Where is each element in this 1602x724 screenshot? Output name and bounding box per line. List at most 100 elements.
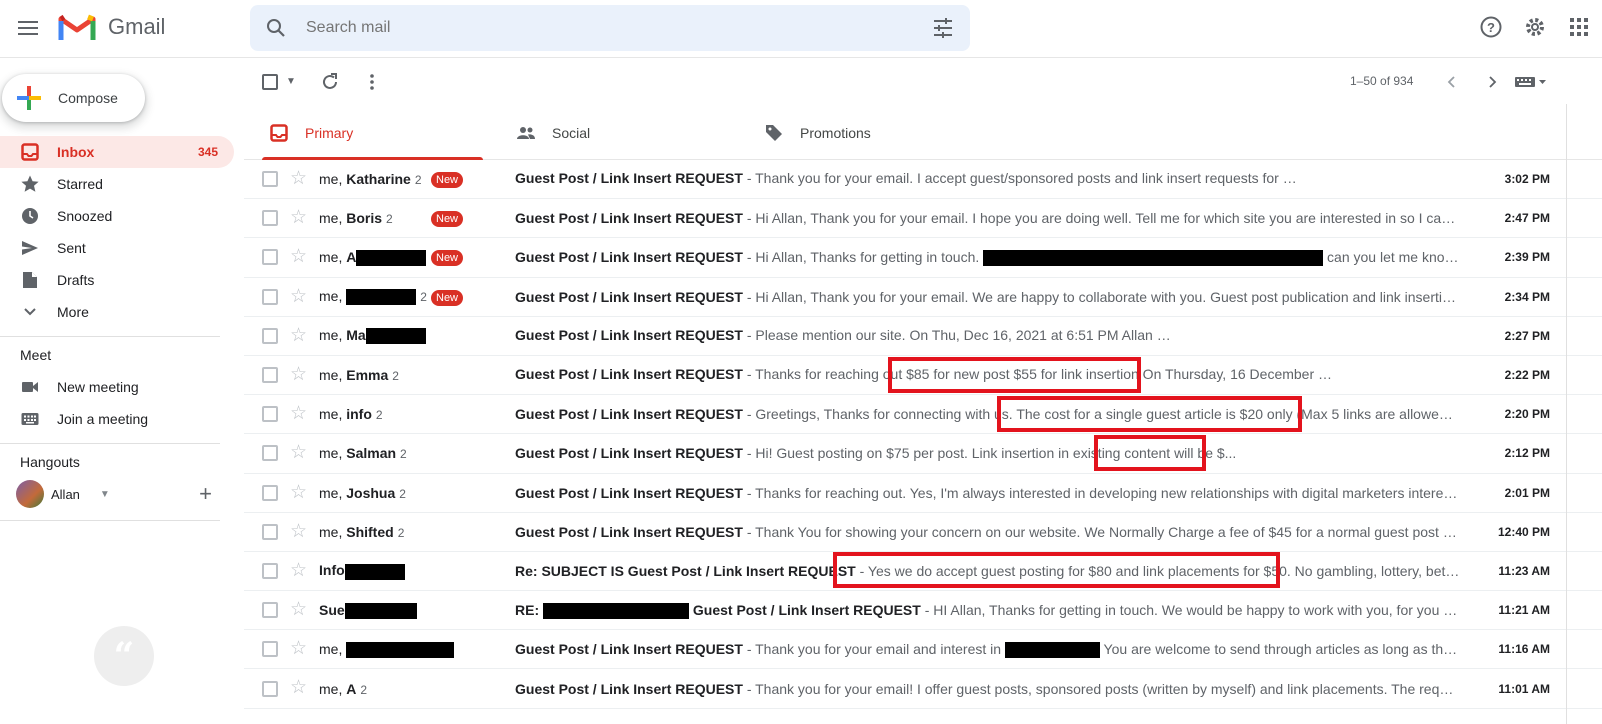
sidebar-item-inbox[interactable]: Inbox 345 [0, 136, 234, 168]
settings-icon[interactable] [1522, 14, 1548, 40]
compose-button[interactable]: Compose [2, 74, 145, 122]
email-content: Guest Post / Link Insert REQUEST - Thank… [515, 170, 1460, 188]
star-icon[interactable]: ☆ [290, 600, 307, 620]
search-input[interactable] [306, 15, 906, 41]
star-icon[interactable]: ☆ [290, 443, 307, 463]
refresh-icon[interactable] [318, 70, 342, 94]
star-icon[interactable]: ☆ [290, 404, 307, 424]
email-row[interactable]: ☆ me, A New Guest Post / Link Insert REQUES… [244, 238, 1602, 278]
sidebar-item-label: Inbox [57, 144, 95, 160]
star-icon[interactable]: ☆ [290, 560, 307, 581]
thread-count: 2 [397, 525, 405, 540]
sender-name: Shifted [346, 523, 394, 540]
tune-icon[interactable] [932, 17, 954, 39]
email-row[interactable]: ☆ me, info 2 Guest Post / Link Insert REQUE… [244, 395, 1602, 435]
star-icon[interactable]: ☆ [290, 325, 307, 346]
sender: Sue [319, 602, 499, 619]
email-row[interactable]: ☆ me, 2 New Guest Post / Link Insert REQUES… [244, 277, 1602, 317]
star-icon[interactable]: ☆ [290, 482, 307, 503]
sender: me, A2 [319, 680, 368, 697]
svg-text:?: ? [1487, 20, 1495, 35]
apps-icon[interactable] [1566, 14, 1592, 40]
row-checkbox[interactable] [262, 327, 278, 344]
email-time: 2:01 PM [1504, 485, 1550, 500]
star-icon[interactable]: ☆ [290, 364, 307, 385]
tab-social[interactable]: Social [500, 106, 730, 160]
email-content: Guest Post / Link Insert REQUEST - Thank… [515, 484, 1460, 501]
sender-name: Sue [319, 601, 345, 618]
thread-count: 2 [400, 447, 407, 462]
row-checkbox[interactable] [262, 523, 278, 540]
video-icon [20, 377, 40, 397]
row-checkbox[interactable] [262, 641, 278, 658]
star-icon[interactable]: ☆ [290, 286, 307, 307]
email-row[interactable]: ☆ Sue RE: Guest Post / Link Insert REQUEST… [244, 591, 1602, 631]
avatar [16, 480, 44, 508]
star-icon[interactable]: ☆ [290, 521, 307, 542]
gmail-logo[interactable]: Gmail [58, 13, 165, 41]
email-row[interactable]: ☆ me, Boris 2 New Guest Post / Link Insert R… [244, 199, 1602, 239]
email-row[interactable]: ☆ me, Ma Guest Post / Link Insert REQUEST … [244, 316, 1602, 356]
email-subject: Guest Post / Link Insert REQUEST [515, 640, 743, 657]
email-content: Guest Post / Link Insert REQUEST - Thank… [515, 680, 1460, 697]
email-row[interactable]: ☆ me, Guest Post / Link Insert REQUEST - … [244, 630, 1602, 670]
email-time: 11:01 AM [1498, 681, 1550, 696]
tab-primary[interactable]: Primary [253, 106, 483, 160]
add-icon[interactable]: + [199, 481, 212, 507]
category-tabs: Primary Social Promotions [244, 106, 1602, 160]
search-bar[interactable] [250, 5, 970, 51]
email-row[interactable]: ☆ me, Shifted 2 Guest Post / Link Insert RE… [244, 512, 1602, 552]
sender: me, [319, 641, 499, 658]
tab-promotions[interactable]: Promotions [748, 106, 978, 160]
pagination-text: 1–50 of 934 [1350, 74, 1414, 88]
more-vert-icon[interactable] [360, 70, 384, 94]
row-checkbox[interactable] [262, 171, 278, 188]
star-icon[interactable]: ☆ [290, 169, 307, 189]
tab-label: Social [552, 125, 591, 141]
divider [0, 336, 220, 337]
sidebar-item-sent[interactable]: Sent [0, 232, 234, 264]
redaction-bar [346, 289, 417, 306]
sender: me, Katharine 2 [319, 171, 422, 188]
keyboard-icon [20, 409, 40, 429]
row-checkbox[interactable] [262, 406, 278, 423]
row-checkbox[interactable] [262, 562, 278, 579]
star-icon[interactable]: ☆ [290, 678, 307, 698]
row-checkbox[interactable] [262, 367, 278, 384]
search-icon[interactable] [264, 16, 288, 40]
hangouts-user[interactable]: Allan ▼ + [0, 478, 234, 510]
email-subject: Guest Post / Link Insert REQUEST [515, 523, 743, 540]
sender: me, A [319, 249, 499, 267]
row-checkbox[interactable] [262, 288, 278, 305]
row-checkbox[interactable] [262, 445, 278, 462]
new-meeting-link[interactable]: New meeting [0, 371, 234, 403]
email-time: 2:20 PM [1504, 407, 1550, 422]
row-checkbox[interactable] [262, 680, 278, 697]
help-icon[interactable]: ? [1478, 14, 1504, 40]
chevron-left-icon[interactable] [1440, 70, 1464, 94]
email-row[interactable]: ☆ me, Salman 2 Guest Post / Link Insert REQ… [244, 434, 1602, 474]
redaction-bar [1156, 328, 1460, 345]
sidebar-item-starred[interactable]: Starred [0, 168, 234, 200]
row-checkbox[interactable] [262, 602, 278, 619]
join-meeting-link[interactable]: Join a meeting [0, 403, 234, 435]
email-time: 2:34 PM [1504, 289, 1550, 304]
email-row[interactable]: ☆ me, Joshua 2 Guest Post / Link Insert REQ… [244, 473, 1602, 513]
row-checkbox[interactable] [262, 210, 278, 227]
menu-icon[interactable] [16, 17, 40, 41]
sidebar-item-more[interactable]: More [0, 296, 234, 328]
select-caret-icon[interactable]: ▼ [286, 76, 296, 87]
caret-down-icon[interactable]: ▼ [100, 489, 110, 500]
chevron-right-icon[interactable] [1480, 70, 1504, 94]
star-icon[interactable]: ☆ [290, 639, 307, 659]
input-tools-keyboard-icon[interactable] [1514, 74, 1548, 90]
email-row[interactable]: ☆ me, Katharine 2 New Guest Post / Link Inse… [244, 160, 1602, 200]
row-checkbox[interactable] [262, 249, 278, 266]
star-icon[interactable]: ☆ [290, 247, 307, 267]
row-checkbox[interactable] [262, 484, 278, 501]
sidebar-item-drafts[interactable]: Drafts [0, 264, 234, 296]
sidebar-item-snoozed[interactable]: Snoozed [0, 200, 234, 232]
email-row[interactable]: ☆ me, A 2 Guest Post / Link Insert REQUEST … [244, 669, 1602, 709]
star-icon[interactable]: ☆ [290, 208, 307, 228]
select-all-checkbox[interactable] [262, 74, 278, 90]
